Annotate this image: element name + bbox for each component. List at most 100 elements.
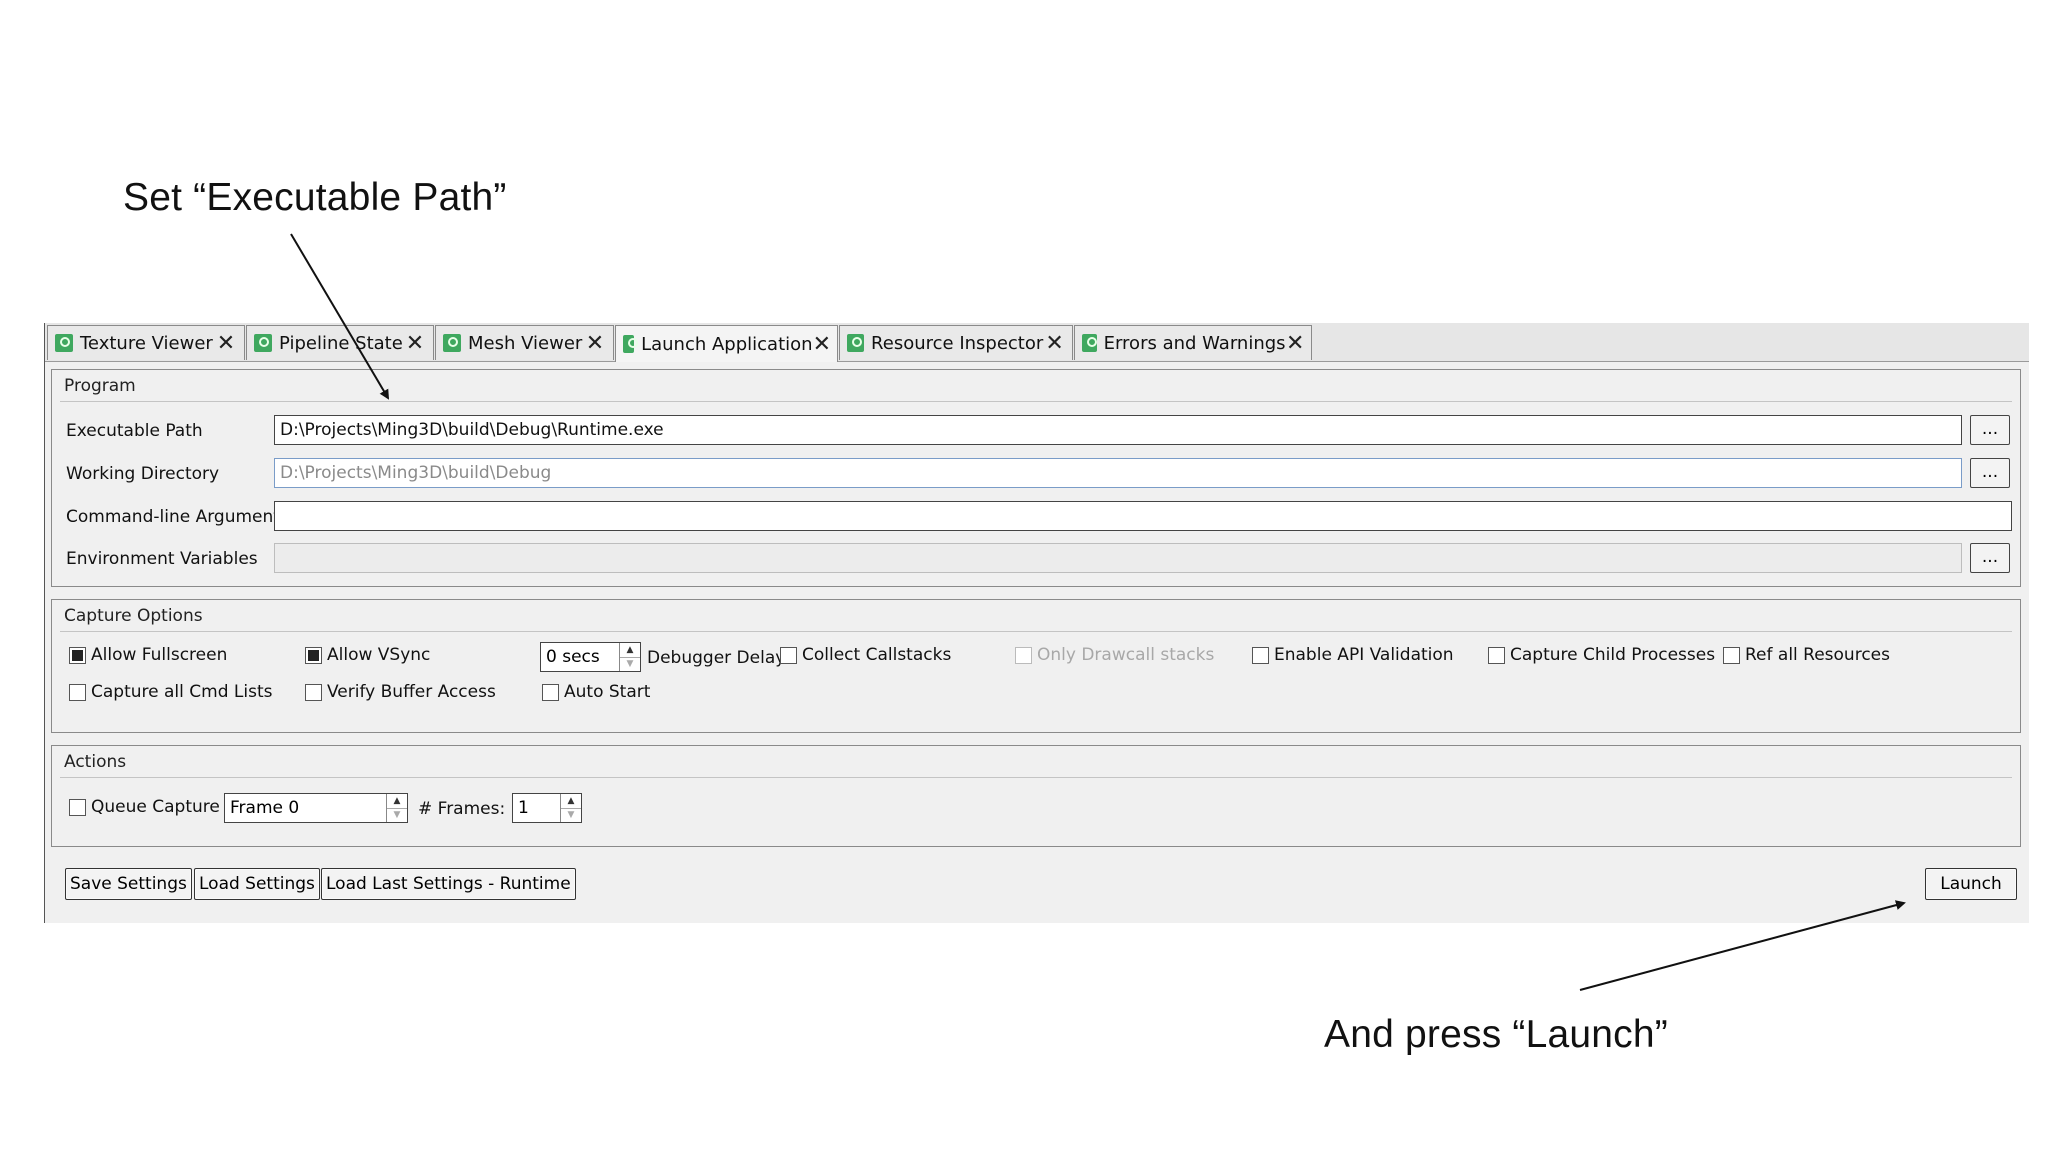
ref-all-resources-checkbox[interactable]: Ref all Resources <box>1723 645 1890 665</box>
command-line-arguments-label: Command-line Arguments <box>66 507 289 527</box>
annotation-set-executable-path: Set “Executable Path” <box>123 176 507 219</box>
collect-callstacks-checkbox[interactable]: Collect Callstacks <box>780 645 951 665</box>
spinner-arrows[interactable]: ▲ ▼ <box>560 794 581 822</box>
arrow-down-icon[interactable]: ▼ <box>561 807 581 823</box>
checkbox-unchecked-icon <box>1252 646 1269 664</box>
checkbox-checked-icon <box>69 646 86 664</box>
arrow-up-icon[interactable]: ▲ <box>561 794 581 808</box>
launch-application-window: Texture Viewer ✕ Pipeline State ✕ Mesh V… <box>44 323 2029 923</box>
divider <box>60 401 2012 402</box>
allow-vsync-checkbox[interactable]: Allow VSync <box>305 645 430 665</box>
checkbox-label: Enable API Validation <box>1274 645 1454 665</box>
environment-variables-input <box>274 543 1962 573</box>
spinner-arrows[interactable]: ▲ ▼ <box>619 643 640 671</box>
load-last-settings-button[interactable]: Load Last Settings - Runtime <box>321 868 576 900</box>
arrow-down-icon[interactable]: ▼ <box>620 656 640 672</box>
checkbox-label: Verify Buffer Access <box>327 682 496 702</box>
close-icon[interactable]: ✕ <box>583 331 607 356</box>
executable-path-input[interactable]: D:\Projects\Ming3D\build\Debug\Runtime.e… <box>274 415 1962 445</box>
only-drawcall-stacks-checkbox: Only Drawcall stacks <box>1015 645 1214 665</box>
frames-label: # Frames: <box>418 799 506 819</box>
verify-buffer-access-checkbox[interactable]: Verify Buffer Access <box>305 682 496 702</box>
actions-group: Actions Queue Capture Frame 0 ▲ ▼ # Fram… <box>51 745 2021 847</box>
queue-capture-checkbox[interactable]: Queue Capture <box>69 797 220 817</box>
checkbox-unchecked-icon <box>542 683 559 701</box>
window-icon <box>443 334 461 352</box>
tab-errors-and-warnings[interactable]: Errors and Warnings ✕ <box>1074 325 1312 360</box>
program-group: Program Executable Path D:\Projects\Ming… <box>51 369 2021 587</box>
window-icon <box>254 334 272 352</box>
capture-child-processes-checkbox[interactable]: Capture Child Processes <box>1488 645 1715 665</box>
annotation-press-launch: And press “Launch” <box>1324 1013 1668 1056</box>
close-icon[interactable]: ✕ <box>1043 331 1066 356</box>
executable-path-label: Executable Path <box>66 421 203 441</box>
enable-api-validation-checkbox[interactable]: Enable API Validation <box>1252 645 1454 665</box>
window-icon <box>55 334 73 352</box>
tab-label: Pipeline State <box>279 332 403 354</box>
window-icon <box>623 335 639 353</box>
working-directory-label: Working Directory <box>66 464 220 484</box>
checkbox-unchecked-icon <box>1723 646 1740 664</box>
frames-count-spinbox[interactable]: 1 ▲ ▼ <box>512 793 582 823</box>
save-settings-button[interactable]: Save Settings <box>65 868 192 900</box>
close-icon[interactable]: ✕ <box>214 331 238 356</box>
checkbox-label: Queue Capture <box>91 797 220 817</box>
arrow-up-icon[interactable]: ▲ <box>620 643 640 657</box>
spinner-arrows[interactable]: ▲ ▼ <box>386 794 407 822</box>
tab-label: Launch Application <box>641 333 813 355</box>
checkbox-unchecked-icon <box>69 798 86 816</box>
working-directory-browse-button[interactable]: ... <box>1970 458 2010 488</box>
capture-options-group: Capture Options Allow Fullscreen Allow V… <box>51 599 2021 733</box>
checkbox-unchecked-icon <box>69 683 86 701</box>
actions-title: Actions <box>64 752 127 772</box>
capture-options-title: Capture Options <box>64 606 203 626</box>
tab-label: Errors and Warnings <box>1103 332 1286 354</box>
checkbox-checked-icon <box>305 646 322 664</box>
debugger-delay-value: 0 secs <box>546 647 600 667</box>
load-settings-button[interactable]: Load Settings <box>194 868 320 900</box>
allow-fullscreen-checkbox[interactable]: Allow Fullscreen <box>69 645 227 665</box>
tab-launch-application[interactable]: Launch Application ✕ <box>615 325 838 362</box>
tab-label: Mesh Viewer <box>468 332 583 354</box>
window-icon <box>847 334 865 352</box>
checkbox-unchecked-icon <box>780 646 797 664</box>
close-icon[interactable]: ✕ <box>813 332 831 357</box>
queue-frame-value: Frame 0 <box>230 798 300 818</box>
checkbox-label: Allow VSync <box>327 645 431 665</box>
checkbox-label: Capture Child Processes <box>1510 645 1716 665</box>
checkbox-label: Collect Callstacks <box>802 645 952 665</box>
checkbox-label: Capture all Cmd Lists <box>91 682 273 702</box>
executable-path-browse-button[interactable]: ... <box>1970 415 2010 445</box>
command-line-arguments-input[interactable] <box>274 501 2012 531</box>
tab-pipeline-state[interactable]: Pipeline State ✕ <box>246 325 434 360</box>
checkbox-unchecked-icon <box>1488 646 1505 664</box>
tab-label: Resource Inspector <box>871 332 1044 354</box>
close-icon[interactable]: ✕ <box>403 331 427 356</box>
checkbox-label: Ref all Resources <box>1745 645 1890 665</box>
debugger-delay-spinbox[interactable]: 0 secs ▲ ▼ <box>540 642 641 672</box>
checkbox-label: Only Drawcall stacks <box>1037 645 1215 665</box>
tab-texture-viewer[interactable]: Texture Viewer ✕ <box>47 325 245 360</box>
arrow-up-icon[interactable]: ▲ <box>387 794 407 808</box>
working-directory-input[interactable]: D:\Projects\Ming3D\build\Debug <box>274 458 1962 488</box>
capture-all-cmd-lists-checkbox[interactable]: Capture all Cmd Lists <box>69 682 272 702</box>
launch-button[interactable]: Launch <box>1925 868 2017 900</box>
divider <box>60 777 2012 778</box>
checkbox-label: Auto Start <box>564 682 651 702</box>
auto-start-checkbox[interactable]: Auto Start <box>542 682 650 702</box>
checkbox-unchecked-icon <box>305 683 322 701</box>
environment-variables-label: Environment Variables <box>66 549 258 569</box>
debugger-delay-label: Debugger Delay <box>647 648 786 668</box>
program-group-title: Program <box>64 376 136 396</box>
window-icon <box>1082 334 1097 352</box>
tab-bar: Texture Viewer ✕ Pipeline State ✕ Mesh V… <box>45 323 2029 362</box>
environment-variables-browse-button[interactable]: ... <box>1970 543 2010 573</box>
tab-label: Texture Viewer <box>80 332 213 354</box>
tab-mesh-viewer[interactable]: Mesh Viewer ✕ <box>435 325 614 360</box>
tab-resource-inspector[interactable]: Resource Inspector ✕ <box>839 325 1073 360</box>
close-icon[interactable]: ✕ <box>1286 331 1305 356</box>
frames-count-value: 1 <box>518 798 529 818</box>
arrow-down-icon[interactable]: ▼ <box>387 807 407 823</box>
queue-frame-spinbox[interactable]: Frame 0 ▲ ▼ <box>224 793 408 823</box>
checkbox-label: Allow Fullscreen <box>91 645 228 665</box>
